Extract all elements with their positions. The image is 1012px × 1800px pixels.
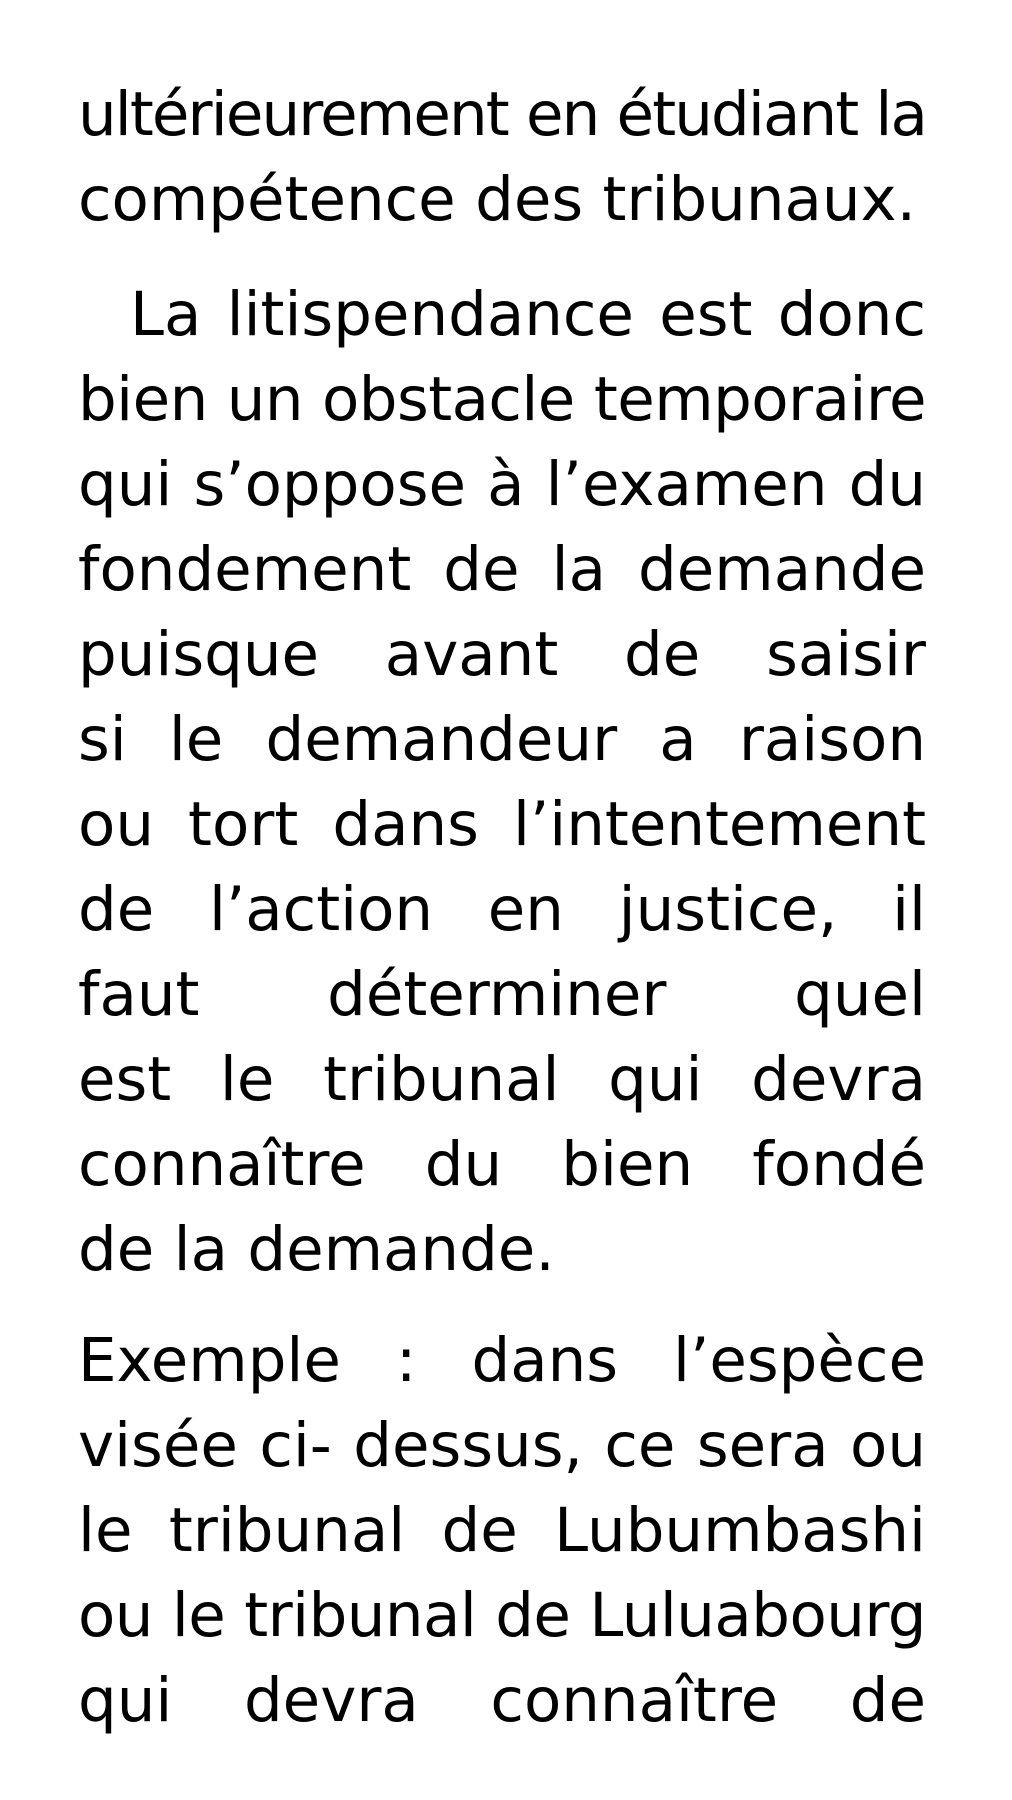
text-line: ou tort dans l’intentement bbox=[78, 789, 926, 860]
text-line: ou le tribunal de Luluabourg bbox=[78, 1580, 927, 1651]
text-line: Exemple : dans l’espèce bbox=[78, 1325, 926, 1396]
paragraph-1: ultérieurement en étudiant la compétence… bbox=[78, 72, 928, 242]
paragraph-2: La litispendance est donc bien un obstac… bbox=[78, 272, 927, 1292]
text-line: ultérieurement en étudiant la bbox=[78, 79, 928, 150]
text-line: puisque avant de saisir bbox=[78, 619, 926, 690]
text-line: qui devra connaître de bbox=[78, 1665, 926, 1736]
text-line: fondement de la demande bbox=[78, 534, 926, 605]
text-line: compétence des tribunaux. bbox=[78, 164, 917, 235]
text-line: connaître du bien fondé bbox=[78, 1129, 926, 1200]
text-line: qui s’oppose à l’examen du bbox=[78, 449, 926, 520]
text-line: de la demande. bbox=[78, 1214, 555, 1285]
text-line: est le tribunal qui devra bbox=[78, 1044, 926, 1115]
text-line: faut déterminer quel bbox=[78, 959, 926, 1030]
paragraph-3: Exemple : dans l’espèce visée ci- dessus… bbox=[78, 1318, 927, 1743]
text-line: de l’action en justice, il bbox=[78, 874, 926, 945]
text-line: si le demandeur a raison bbox=[78, 704, 926, 775]
text-line: le tribunal de Lubumbashi bbox=[78, 1495, 926, 1566]
document-page: ultérieurement en étudiant la compétence… bbox=[0, 0, 1012, 1800]
text-line: visée ci- dessus, ce sera ou bbox=[78, 1410, 926, 1481]
text-line: La litispendance est donc bbox=[130, 279, 926, 350]
text-column: ultérieurement en étudiant la compétence… bbox=[78, 72, 928, 1743]
text-line: bien un obstacle temporaire bbox=[78, 364, 927, 435]
